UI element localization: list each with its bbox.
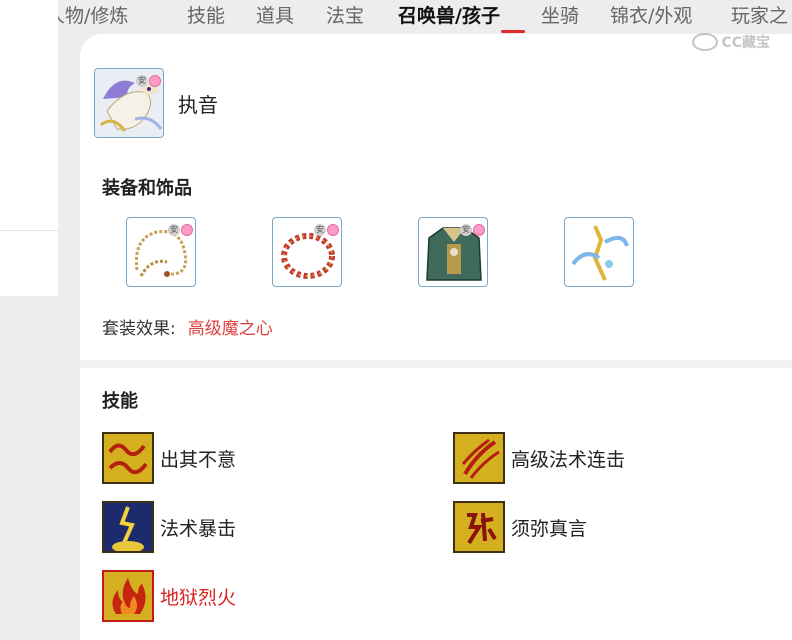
lock-badge-icon: 安 bbox=[314, 224, 326, 236]
skill-label: 高级法术连击 bbox=[511, 448, 626, 471]
tab-items[interactable]: 道具 bbox=[256, 3, 294, 29]
pink-status-icon bbox=[473, 224, 485, 236]
blue-charm-accessory-icon[interactable] bbox=[564, 217, 634, 287]
skill-label: 地狱烈火 bbox=[160, 586, 237, 609]
phoenix-pet-icon[interactable]: 安 bbox=[94, 68, 164, 138]
pink-status-icon bbox=[149, 75, 161, 87]
skill-label: 须弥真言 bbox=[511, 517, 588, 540]
red-bead-collar-icon[interactable]: 安 bbox=[272, 217, 342, 287]
equipment-title: 装备和饰品 bbox=[102, 178, 192, 199]
tab-character[interactable]: 人物/修炼 bbox=[58, 3, 128, 29]
skill-item[interactable]: 地狱烈火 bbox=[102, 570, 236, 622]
set-effect-value[interactable]: 高级魔之心 bbox=[188, 319, 273, 339]
watermark: CC藏宝 bbox=[692, 32, 770, 52]
skill-item[interactable]: 须弥真言 bbox=[453, 501, 587, 553]
equipment-slot-4[interactable] bbox=[564, 217, 634, 287]
skill-item[interactable]: 高级法术连击 bbox=[453, 432, 625, 484]
tab-appearance[interactable]: 锦衣/外观 bbox=[610, 3, 692, 29]
lock-badge-icon: 安 bbox=[136, 75, 148, 87]
pet-badges: 安 bbox=[136, 75, 161, 87]
tab-mounts[interactable]: 坐骑 bbox=[541, 3, 579, 29]
section-divider bbox=[80, 360, 792, 368]
skill-item[interactable]: 法术暴击 bbox=[102, 501, 236, 553]
armor-icon[interactable]: 安 bbox=[418, 217, 488, 287]
skills-title: 技能 bbox=[102, 391, 138, 412]
pet-header: 安 执音 bbox=[94, 68, 218, 138]
pink-status-icon bbox=[327, 224, 339, 236]
tab-pets-children[interactable]: 召唤兽/孩子 bbox=[398, 3, 500, 29]
active-tab-indicator bbox=[501, 30, 525, 33]
equipment-slot-2[interactable]: 安 bbox=[272, 217, 342, 287]
equipment-slot-3[interactable]: 安 bbox=[418, 217, 488, 287]
tab-bar: 人物/修炼 技能 道具 法宝 召唤兽/孩子 坐骑 锦衣/外观 玩家之 bbox=[58, 0, 792, 34]
left-divider bbox=[0, 230, 58, 231]
pet-detail-card: 安 执音 装备和饰品 安 安 安 套装效果: 高级魔之心 技能 出其不意 高级法… bbox=[80, 34, 792, 640]
lock-badge-icon: 安 bbox=[460, 224, 472, 236]
tab-skills[interactable]: 技能 bbox=[187, 3, 225, 29]
set-effect-label: 套装效果: bbox=[102, 319, 176, 339]
lock-badge-icon: 安 bbox=[168, 224, 180, 236]
left-panel bbox=[0, 0, 58, 296]
sumeru-mantra-icon bbox=[453, 501, 505, 553]
equipment-slot-1[interactable]: 安 bbox=[126, 217, 196, 287]
bead-necklace-icon[interactable]: 安 bbox=[126, 217, 196, 287]
hellfire-icon bbox=[102, 570, 154, 622]
skill-label: 出其不意 bbox=[160, 448, 237, 471]
set-effect: 套装效果: 高级魔之心 bbox=[102, 314, 273, 339]
tab-player[interactable]: 玩家之 bbox=[731, 3, 788, 29]
watermark-logo-icon bbox=[692, 33, 719, 51]
watermark-text: CC藏宝 bbox=[721, 35, 770, 51]
surprise-strike-icon bbox=[102, 432, 154, 484]
pink-status-icon bbox=[181, 224, 193, 236]
spell-combo-icon bbox=[453, 432, 505, 484]
skill-item[interactable]: 出其不意 bbox=[102, 432, 236, 484]
skill-label: 法术暴击 bbox=[160, 517, 237, 540]
pet-name: 执音 bbox=[178, 92, 218, 117]
spell-crit-icon bbox=[102, 501, 154, 553]
tab-treasure[interactable]: 法宝 bbox=[326, 3, 364, 29]
